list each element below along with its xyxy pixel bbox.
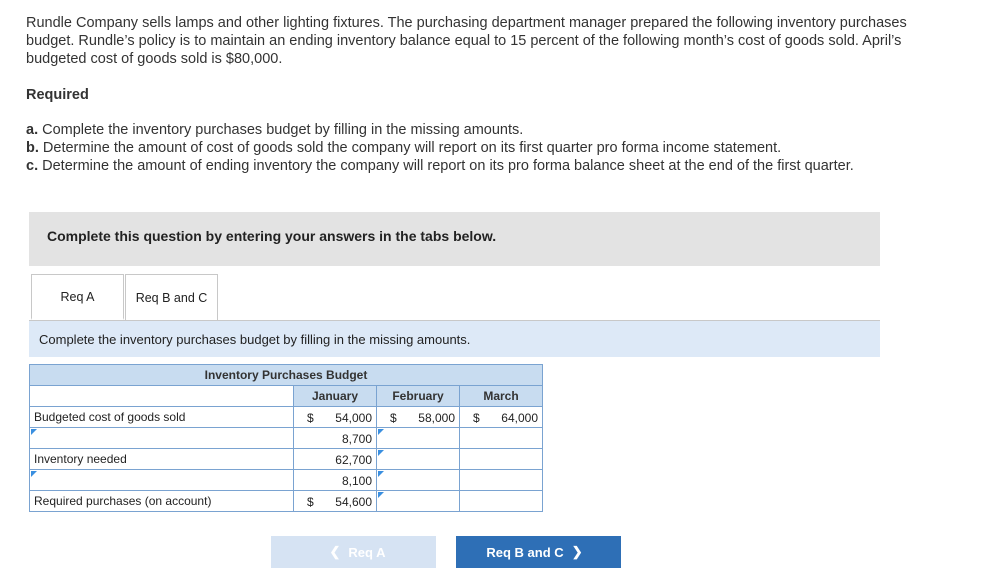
tab-req-b-and-c[interactable]: Req B and C [125,274,218,320]
input-feb-row2[interactable] [376,427,460,449]
cell-jan-row2: 8,700 [293,427,377,449]
input-mar-purchases[interactable] [459,490,543,512]
cell-jan-row3: 62,700 [293,448,377,470]
table-row: 8,100 [29,469,543,491]
cell-mar-cogs: $64,000 [459,406,543,428]
table-row: 8,700 [29,427,543,449]
cell-jan-cogs: $54,000 [293,406,377,428]
requirement-a: a. Complete the inventory purchases budg… [26,122,524,138]
table-title: Inventory Purchases Budget [29,364,543,386]
input-feb-row4[interactable] [376,469,460,491]
row-label-input-1[interactable] [29,427,294,449]
row-label-required-purchases: Required purchases (on account) [29,490,294,512]
tab-instruction-bar: Complete the inventory purchases budget … [29,321,880,357]
cell-jan-row4: 8,100 [293,469,377,491]
requirements-list: a. Complete the inventory purchases budg… [26,121,854,175]
chevron-left-icon: ❮ [329,544,341,559]
tab-instruction-text: Complete the inventory purchases budget … [39,332,471,347]
tab-req-a[interactable]: Req A [31,274,124,320]
row-label-inventory-needed: Inventory needed [29,448,294,470]
header-blank [29,385,294,407]
table-row: Inventory needed 62,700 [29,448,543,470]
row-label-cogs: Budgeted cost of goods sold [29,406,294,428]
input-feb-purchases[interactable] [376,490,460,512]
header-january: January [293,385,377,407]
input-mar-row4[interactable] [459,469,543,491]
inventory-purchases-budget-table: Inventory Purchases Budget January Febru… [29,364,543,512]
input-feb-row3[interactable] [376,448,460,470]
banner-text: Complete this question by entering your … [47,228,497,244]
instructions-banner: Complete this question by entering your … [29,212,880,266]
table-row: Required purchases (on account) $54,600 [29,490,543,512]
header-march: March [459,385,543,407]
input-mar-row2[interactable] [459,427,543,449]
cell-feb-cogs: $58,000 [376,406,460,428]
cell-jan-purchases: $54,600 [293,490,377,512]
chevron-right-icon: ❯ [571,544,583,559]
problem-intro: Rundle Company sells lamps and other lig… [26,15,907,67]
header-february: February [376,385,460,407]
row-label-input-2[interactable] [29,469,294,491]
required-heading: Required [26,87,89,103]
prev-tab-button[interactable]: ❮ Req A [271,536,436,568]
requirement-c: c. Determine the amount of ending invent… [26,158,854,174]
input-mar-row3[interactable] [459,448,543,470]
requirement-b: b. Determine the amount of cost of goods… [26,140,782,156]
table-row: Budgeted cost of goods sold $54,000 $58,… [29,406,543,428]
next-tab-button[interactable]: Req B and C ❯ [456,536,621,568]
